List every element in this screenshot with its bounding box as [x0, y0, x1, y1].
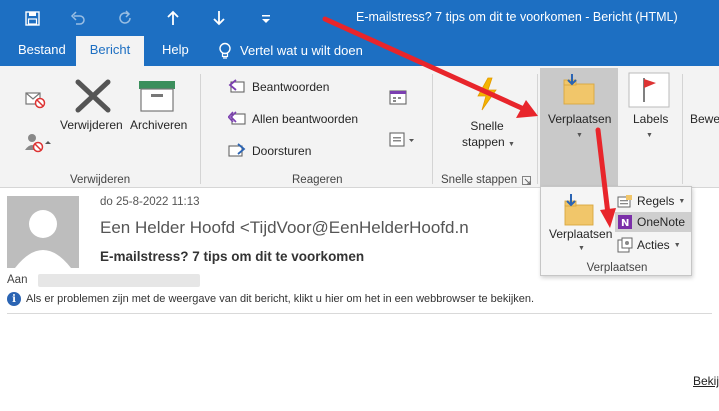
move-popup-dropdown-icon[interactable]: ▼ — [578, 245, 585, 252]
tell-me-box[interactable]: Vertel wat u wilt doen — [218, 36, 363, 66]
tab-bericht[interactable]: Bericht — [76, 36, 144, 66]
move-popup-group-label: Verplaatsen — [586, 262, 648, 274]
up-arrow-icon[interactable] — [163, 8, 183, 28]
tab-bestand[interactable]: Bestand — [16, 36, 68, 66]
message-sender[interactable]: Een Helder Hoofd <TijdVoor@EenHelderHoof… — [100, 218, 469, 238]
move-button[interactable]: Verplaatsen — [548, 112, 611, 126]
dialog-launcher-icon[interactable] — [522, 175, 532, 185]
move-dropdown-menu: Verplaatsen ▼ Regels ▼ N OneNote Acties … — [540, 186, 692, 276]
rules-dropdown-icon: ▼ — [678, 197, 686, 205]
reply-all-button[interactable]: Allen beantwoorden — [228, 108, 358, 130]
onenote-icon: N — [618, 215, 632, 229]
rules-label: Regels — [637, 194, 675, 208]
respond-group-label: Reageren — [292, 174, 343, 186]
actions-menu-item[interactable]: Acties ▼ — [617, 235, 681, 255]
forward-icon — [228, 143, 246, 157]
quick-steps-icon[interactable] — [470, 76, 502, 112]
reply-all-icon — [228, 111, 246, 125]
archive-icon[interactable] — [138, 80, 176, 112]
header-divider — [7, 313, 712, 314]
customize-icon[interactable] — [256, 8, 276, 28]
actions-label: Acties — [637, 238, 670, 252]
tags-button[interactable]: Labels — [633, 112, 668, 126]
redo-icon[interactable] — [115, 8, 135, 28]
delete-group-label: Verwijderen — [70, 174, 131, 186]
forward-button[interactable]: Doorsturen — [228, 140, 311, 162]
onenote-label: OneNote — [637, 215, 686, 229]
message-date: do 25-8-2022 11:13 — [100, 196, 200, 208]
rules-menu-item[interactable]: Regels ▼ — [617, 191, 685, 211]
to-recipient-redacted[interactable] — [38, 274, 200, 287]
delete-button[interactable]: Verwijderen — [60, 118, 123, 132]
move-dropdown-icon[interactable]: ▼ — [576, 132, 583, 139]
quick-steps-label-line2: stappen ▼ — [462, 135, 515, 149]
to-label: Aan — [7, 274, 28, 286]
rules-icon — [617, 195, 632, 208]
block-sender-icon[interactable] — [24, 132, 54, 154]
move-popup-icon[interactable] — [563, 193, 597, 227]
more-respond-icon[interactable] — [388, 130, 418, 150]
info-icon: i — [7, 292, 21, 306]
info-text: Als er problemen zijn met de weergave va… — [26, 293, 535, 305]
avatar — [7, 196, 79, 268]
move-popup-button[interactable]: Verplaatsen — [549, 227, 612, 241]
actions-icon — [617, 237, 633, 253]
archive-button[interactable]: Archiveren — [130, 118, 187, 132]
quick-steps-label-line1: Snelle — [470, 119, 504, 133]
move-icon[interactable] — [562, 72, 598, 106]
svg-text:N: N — [621, 218, 629, 229]
quick-steps-group-label: Snelle stappen — [441, 174, 518, 186]
tab-help[interactable]: Help — [160, 36, 191, 66]
onenote-menu-item[interactable]: N OneNote — [615, 212, 691, 232]
message-subject: E-mailstress? 7 tips om dit te voorkomen — [100, 249, 365, 264]
group-separator — [432, 74, 433, 184]
outlook-message-window: E-mailstress? 7 tips om dit te voorkomen… — [0, 0, 719, 411]
quick-steps-button[interactable]: Snelle stappen ▼ — [462, 118, 515, 153]
delete-icon[interactable] — [74, 78, 112, 114]
flag-icon[interactable] — [628, 72, 670, 108]
group-separator — [200, 74, 201, 184]
info-bar[interactable]: i Als er problemen zijn met de weergave … — [7, 292, 534, 306]
reply-all-label: Allen beantwoorden — [252, 112, 359, 126]
title-bar: E-mailstress? 7 tips om dit te voorkomen… — [0, 0, 719, 36]
actions-dropdown-icon: ▼ — [673, 241, 681, 249]
tell-me-text: Vertel wat u wilt doen — [240, 43, 363, 58]
ignore-icon[interactable] — [24, 88, 46, 110]
reply-icon — [228, 79, 245, 93]
group-separator — [682, 74, 683, 184]
down-arrow-icon[interactable] — [209, 8, 229, 28]
lightbulb-icon — [219, 42, 231, 59]
editing-button[interactable]: Bewe — [690, 112, 719, 126]
meeting-reply-icon[interactable] — [388, 88, 410, 108]
group-separator — [537, 74, 538, 184]
window-title: E-mailstress? 7 tips om dit te voorkomen… — [356, 10, 678, 24]
save-icon[interactable] — [22, 8, 42, 28]
reply-button[interactable]: Beantwoorden — [228, 76, 329, 98]
tags-dropdown-icon[interactable]: ▼ — [646, 132, 653, 139]
forward-label: Doorsturen — [252, 144, 312, 158]
reply-label: Beantwoorden — [252, 80, 330, 94]
view-in-browser-link[interactable]: Bekij — [693, 374, 719, 388]
undo-icon[interactable] — [68, 8, 88, 28]
ribbon-tab-bar: Bestand Bericht Help Vertel wat u wilt d… — [0, 36, 719, 66]
